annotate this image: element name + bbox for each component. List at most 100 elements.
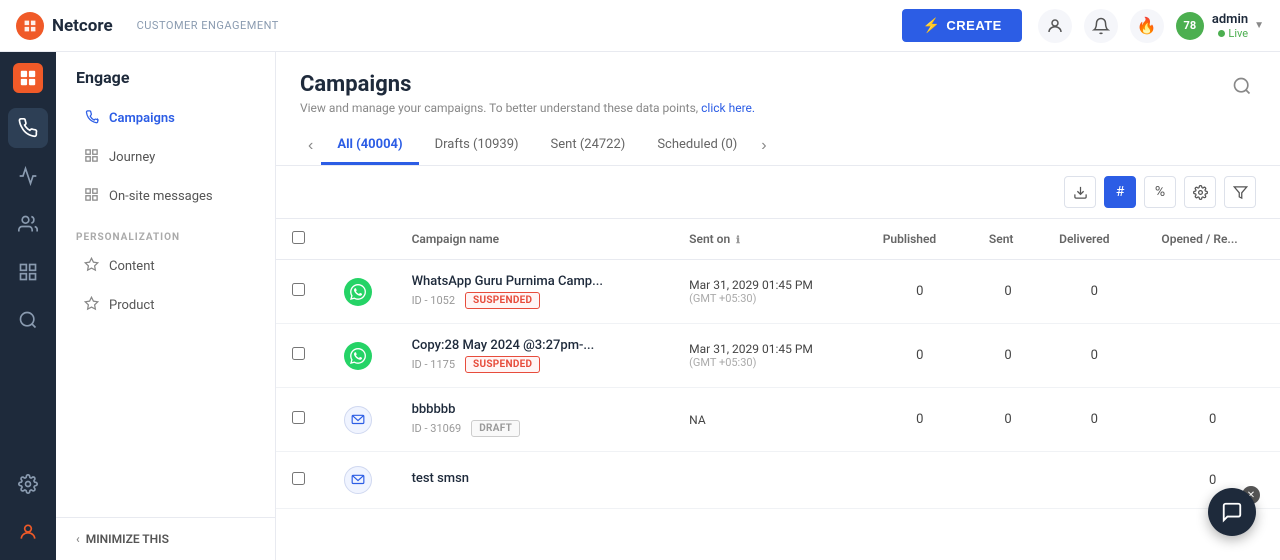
product-icon	[84, 296, 99, 315]
minimize-button[interactable]: ‹ MINIMIZE THIS	[56, 517, 275, 560]
notification-bell-btn[interactable]	[1084, 9, 1118, 43]
tab-drafts[interactable]: Drafts (10939)	[419, 127, 535, 165]
rail-users-icon[interactable]	[8, 204, 48, 244]
campaigns-table: Campaign name Sent on ℹ Published Sent D…	[276, 219, 1280, 509]
sms-icon	[344, 466, 372, 494]
fire-icon-btn[interactable]: 🔥	[1130, 9, 1164, 43]
channel-cell	[321, 260, 396, 324]
sidebar-item-content[interactable]: Content	[64, 247, 267, 286]
content-area: Campaigns View and manage your campaigns…	[276, 52, 1280, 560]
sidebar-item-product[interactable]: Product	[64, 286, 267, 325]
campaign-name-cell: test smsn	[396, 452, 674, 509]
table-row: test smsn 0	[276, 452, 1280, 509]
admin-area[interactable]: admin Live ▼	[1212, 12, 1264, 40]
opened-cell	[1145, 260, 1280, 324]
rail-settings-icon[interactable]	[8, 464, 48, 504]
sent-on-cell: NA	[673, 388, 867, 452]
campaigns-icon	[84, 109, 99, 128]
whatsapp-icon	[344, 342, 372, 370]
sent-on-date: Mar 31, 2029 01:45 PM	[689, 342, 851, 356]
select-all-header[interactable]	[276, 219, 321, 260]
sidebar: Engage Campaigns Journey On-site message…	[56, 52, 276, 560]
create-button[interactable]: ⚡ CREATE	[902, 9, 1021, 42]
click-here-link[interactable]: click here.	[701, 101, 755, 115]
campaign-id: ID - 1175SUSPENDED	[412, 356, 658, 373]
sent-on-cell: Mar 31, 2029 01:45 PM (GMT +05:30)	[673, 324, 867, 388]
percent-view-btn[interactable]: %	[1144, 176, 1176, 208]
opened-cell	[1145, 324, 1280, 388]
sidebar-item-onsite[interactable]: On-site messages	[64, 177, 267, 216]
user-icon-btn[interactable]	[1038, 9, 1072, 43]
table-row: bbbbbb ID - 31069DRAFTNA 0000	[276, 388, 1280, 452]
tab-sent[interactable]: Sent (24722)	[535, 127, 642, 165]
sent-cell: 0	[973, 260, 1043, 324]
admin-dropdown-arrow[interactable]: ▼	[1254, 20, 1264, 31]
score-badge: 78	[1176, 12, 1204, 40]
campaign-name: WhatsApp Guru Purnima Camp...	[412, 274, 658, 289]
campaign-id: ID - 1052SUSPENDED	[412, 292, 658, 309]
tab-all[interactable]: All (40004)	[321, 127, 418, 165]
row-checkbox[interactable]	[292, 283, 305, 296]
rail-segments-icon[interactable]	[8, 252, 48, 292]
col-header-name[interactable]: Campaign name	[396, 219, 674, 260]
published-cell: 0	[867, 260, 973, 324]
sidebar-item-journey[interactable]: Journey	[64, 138, 267, 177]
col-header-sent: Sent	[973, 219, 1043, 260]
opened-cell: 0	[1145, 388, 1280, 452]
col-header-delivered: Delivered	[1043, 219, 1145, 260]
table-header-row: Campaign name Sent on ℹ Published Sent D…	[276, 219, 1280, 260]
delivered-cell: 0	[1043, 324, 1145, 388]
download-btn[interactable]	[1064, 176, 1096, 208]
whatsapp-icon	[344, 278, 372, 306]
chat-fab-btn[interactable]	[1208, 488, 1256, 536]
toolbar: # %	[276, 166, 1280, 219]
select-all-checkbox[interactable]	[292, 231, 305, 244]
sent-cell	[973, 452, 1043, 509]
sent-cell: 0	[973, 324, 1043, 388]
rail-engage-icon[interactable]	[8, 108, 48, 148]
published-cell: 0	[867, 324, 973, 388]
onsite-label: On-site messages	[109, 189, 213, 204]
row-checkbox[interactable]	[292, 347, 305, 360]
sent-on-date: NA	[689, 413, 851, 427]
tab-prev-btn[interactable]: ‹	[300, 137, 321, 155]
bolt-icon: ⚡	[922, 17, 940, 34]
published-cell: 0	[867, 388, 973, 452]
personalization-section-label: PERSONALIZATION	[56, 216, 275, 247]
published-cell	[867, 452, 973, 509]
search-button[interactable]	[1228, 72, 1256, 105]
sent-on-info-icon: ℹ	[736, 235, 740, 246]
icon-rail	[0, 52, 56, 560]
status-badge: SUSPENDED	[465, 356, 540, 373]
campaigns-label: Campaigns	[109, 111, 175, 126]
row-checkbox[interactable]	[292, 411, 305, 424]
table-row: WhatsApp Guru Purnima Camp... ID - 1052S…	[276, 260, 1280, 324]
page-subtitle: View and manage your campaigns. To bette…	[300, 101, 755, 115]
filter-btn[interactable]	[1224, 176, 1256, 208]
sidebar-item-campaigns[interactable]: Campaigns	[64, 99, 267, 138]
campaign-name: bbbbbb	[412, 402, 658, 417]
channel-cell	[321, 324, 396, 388]
column-settings-btn[interactable]	[1184, 176, 1216, 208]
channel-cell	[321, 452, 396, 509]
content-icon	[84, 257, 99, 276]
rail-user-profile-icon[interactable]	[8, 512, 48, 552]
sent-on-timezone: (GMT +05:30)	[689, 292, 851, 305]
hash-view-btn[interactable]: #	[1104, 176, 1136, 208]
col-header-sent-on[interactable]: Sent on ℹ	[673, 219, 867, 260]
rail-search-icon[interactable]	[8, 300, 48, 340]
sent-on-date: Mar 31, 2029 01:45 PM	[689, 278, 851, 292]
table-row: Copy:28 May 2024 @3:27pm-... ID - 1175SU…	[276, 324, 1280, 388]
sidebar-title: Engage	[56, 68, 275, 99]
campaign-name: test smsn	[412, 471, 658, 486]
tab-next-btn[interactable]: ›	[753, 137, 774, 155]
status-badge: SUSPENDED	[465, 292, 540, 309]
sent-on-timezone: (GMT +05:30)	[689, 356, 851, 369]
row-checkbox[interactable]	[292, 472, 305, 485]
rail-analytics-icon[interactable]	[8, 156, 48, 196]
admin-status: Live	[1218, 27, 1248, 40]
top-header: Netcore CUSTOMER ENGAGEMENT ⚡ CREATE 🔥 7…	[0, 0, 1280, 52]
tab-scheduled[interactable]: Scheduled (0)	[641, 127, 753, 165]
delivered-cell	[1043, 452, 1145, 509]
content-label: Content	[109, 259, 155, 274]
